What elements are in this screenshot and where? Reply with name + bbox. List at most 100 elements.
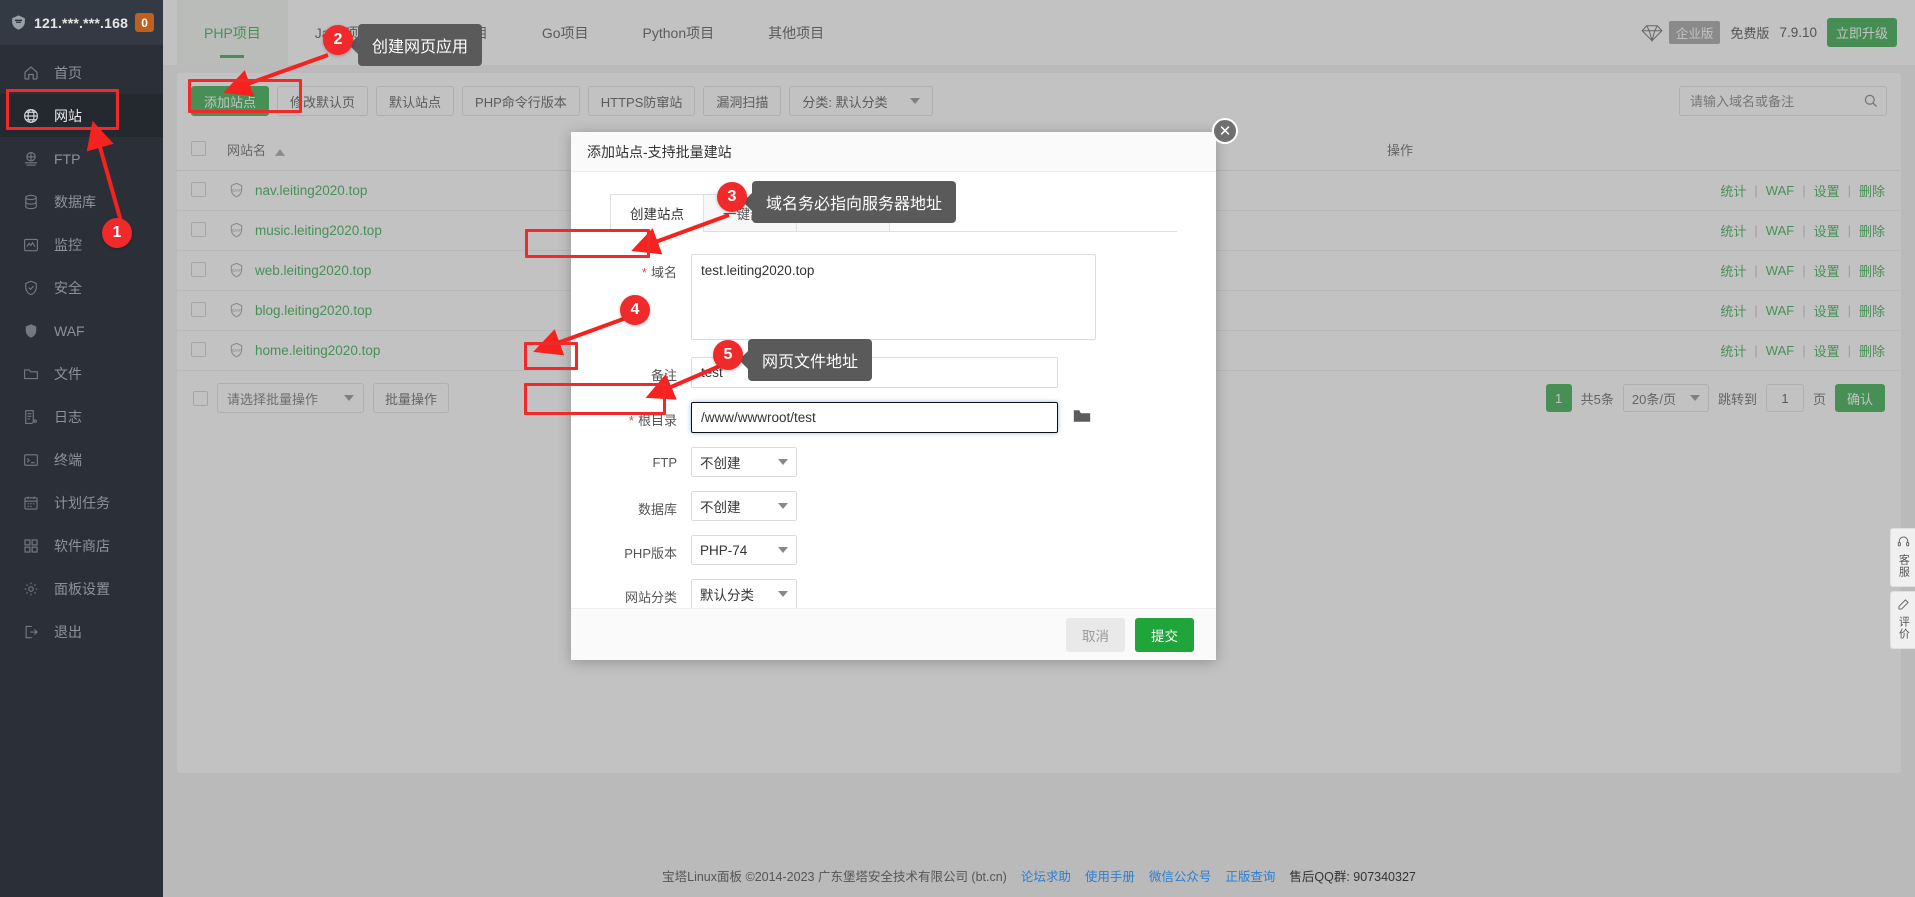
annotation-tooltip-3: 域名务必指向服务器地址	[752, 181, 956, 223]
chevron-down-icon	[778, 503, 788, 509]
annotation-marker-1: 1	[102, 218, 132, 248]
php-version-control: PHP-74	[691, 535, 1216, 565]
topbar-right: 企业版 免费版 7.9.10 立即升级	[1641, 0, 1897, 65]
field-php-version: PHP版本 PHP-74	[571, 535, 1216, 565]
action-settings[interactable]: 设置	[1814, 181, 1840, 200]
action-stats[interactable]: 统计	[1720, 301, 1746, 320]
side-rail: 客服 评价	[1890, 528, 1915, 649]
divider: |	[1848, 223, 1851, 238]
action-stats[interactable]: 统计	[1720, 341, 1746, 360]
sidebar-item-label: 软件商店	[54, 539, 110, 553]
action-delete[interactable]: 删除	[1859, 221, 1885, 240]
action-waf[interactable]: WAF	[1766, 343, 1794, 358]
diamond-icon	[1641, 24, 1663, 42]
site-category-select-value: 默认分类	[700, 584, 778, 604]
action-waf[interactable]: WAF	[1766, 183, 1794, 198]
page-unit-label: 页	[1813, 389, 1826, 408]
divider: |	[1802, 263, 1805, 278]
search-input[interactable]	[1679, 86, 1887, 116]
action-delete[interactable]: 删除	[1859, 301, 1885, 320]
footer-link-wechat[interactable]: 微信公众号	[1149, 866, 1212, 885]
action-delete[interactable]: 删除	[1859, 181, 1885, 200]
divider: |	[1754, 343, 1757, 358]
header-action: 操作	[1381, 129, 1901, 171]
chevron-down-icon	[910, 98, 920, 104]
total-count: 共5条	[1581, 389, 1614, 408]
sidebar-item-label: 退出	[54, 625, 82, 639]
site-category-select[interactable]: 默认分类	[691, 579, 797, 609]
close-icon[interactable]: ✕	[1212, 118, 1238, 144]
search-box	[1679, 86, 1887, 116]
divider: |	[1754, 183, 1757, 198]
rail-label: 评价	[1897, 616, 1910, 640]
footer-link-license[interactable]: 正版查询	[1225, 866, 1275, 885]
chevron-down-icon	[778, 547, 788, 553]
logout-icon	[22, 623, 40, 641]
rail-support-button[interactable]: 客服	[1890, 528, 1915, 587]
annotation-marker-2: 2	[323, 25, 353, 55]
row-action-cell: 统计| WAF| 设置| 删除	[1381, 291, 1901, 331]
folder-browse-icon[interactable]	[1073, 408, 1091, 427]
php-version-select[interactable]: PHP-74	[691, 535, 797, 565]
action-settings[interactable]: 设置	[1814, 261, 1840, 280]
action-settings[interactable]: 设置	[1814, 221, 1840, 240]
grid-icon	[22, 537, 40, 555]
jump-page-input[interactable]	[1766, 384, 1804, 412]
action-stats[interactable]: 统计	[1720, 181, 1746, 200]
footer-qq-group: 售后QQ群: 907340327	[1289, 866, 1415, 885]
per-page-select[interactable]: 20条/页	[1623, 384, 1709, 412]
panel-app: 121.***.***.168 0 首页 网站 FTP 数据库 监控	[0, 0, 1915, 897]
free-version-label: 免费版	[1730, 23, 1769, 42]
annotation-marker-3: 3	[717, 182, 747, 212]
page-current[interactable]: 1	[1546, 384, 1572, 412]
divider: |	[1802, 223, 1805, 238]
annotation-tooltip-5: 网页文件地址	[748, 339, 872, 381]
version-number: 7.9.10	[1779, 25, 1817, 40]
action-waf[interactable]: WAF	[1766, 263, 1794, 278]
rail-label: 客服	[1897, 554, 1910, 578]
sidebar-item-appstore[interactable]: 软件商店	[0, 524, 163, 567]
footer-link-manual[interactable]: 使用手册	[1085, 866, 1135, 885]
divider: |	[1802, 343, 1805, 358]
enterprise-badge[interactable]: 企业版	[1669, 21, 1721, 44]
php-version-label: PHP版本	[571, 535, 691, 562]
footer-copyright: 宝塔Linux面板 ©2014-2023 广东堡塔安全技术有限公司 (bt.cn…	[662, 866, 1007, 885]
field-site-category: 网站分类 默认分类	[571, 579, 1216, 609]
divider: |	[1848, 263, 1851, 278]
sidebar-spacer	[0, 639, 163, 897]
action-waf[interactable]: WAF	[1766, 223, 1794, 238]
action-delete[interactable]: 删除	[1859, 261, 1885, 280]
upgrade-button[interactable]: 立即升级	[1827, 18, 1897, 47]
divider: |	[1754, 303, 1757, 318]
search-icon[interactable]	[1863, 93, 1879, 112]
action-stats[interactable]: 统计	[1720, 221, 1746, 240]
pencil-icon	[1897, 598, 1910, 615]
action-stats[interactable]: 统计	[1720, 261, 1746, 280]
site-category-control: 默认分类	[691, 579, 1216, 609]
page-footer: 宝塔Linux面板 ©2014-2023 广东堡塔安全技术有限公司 (bt.cn…	[163, 853, 1915, 897]
action-delete[interactable]: 删除	[1859, 341, 1885, 360]
chevron-down-icon	[778, 591, 788, 597]
jump-confirm-button[interactable]: 确认	[1835, 384, 1885, 412]
action-settings[interactable]: 设置	[1814, 341, 1840, 360]
annotation-arrow-5	[0, 0, 900, 500]
action-settings[interactable]: 设置	[1814, 301, 1840, 320]
annotation-marker-5: 5	[713, 340, 743, 370]
row-action-cell: 统计 | WAF | 设置 | 删除	[1381, 211, 1901, 251]
sidebar-item-panel-settings[interactable]: 面板设置	[0, 567, 163, 610]
pagination: 1 共5条 20条/页 跳转到 页 确认	[1546, 384, 1885, 412]
divider: |	[1848, 183, 1851, 198]
chevron-down-icon	[1690, 395, 1700, 401]
cancel-button[interactable]: 取消	[1066, 618, 1125, 652]
annotation-marker-4: 4	[620, 295, 650, 325]
dialog-footer: 取消 提交	[571, 608, 1216, 660]
submit-button[interactable]: 提交	[1135, 618, 1194, 652]
row-action-cell: 统计| WAF| 设置| 删除	[1381, 171, 1901, 211]
action-waf[interactable]: WAF	[1766, 303, 1794, 318]
divider: |	[1848, 303, 1851, 318]
divider: |	[1754, 223, 1757, 238]
gear-icon	[22, 580, 40, 598]
rail-feedback-button[interactable]: 评价	[1890, 591, 1915, 650]
row-action-cell: 统计| WAF| 设置| 删除	[1381, 251, 1901, 291]
footer-link-forum[interactable]: 论坛求助	[1021, 866, 1071, 885]
